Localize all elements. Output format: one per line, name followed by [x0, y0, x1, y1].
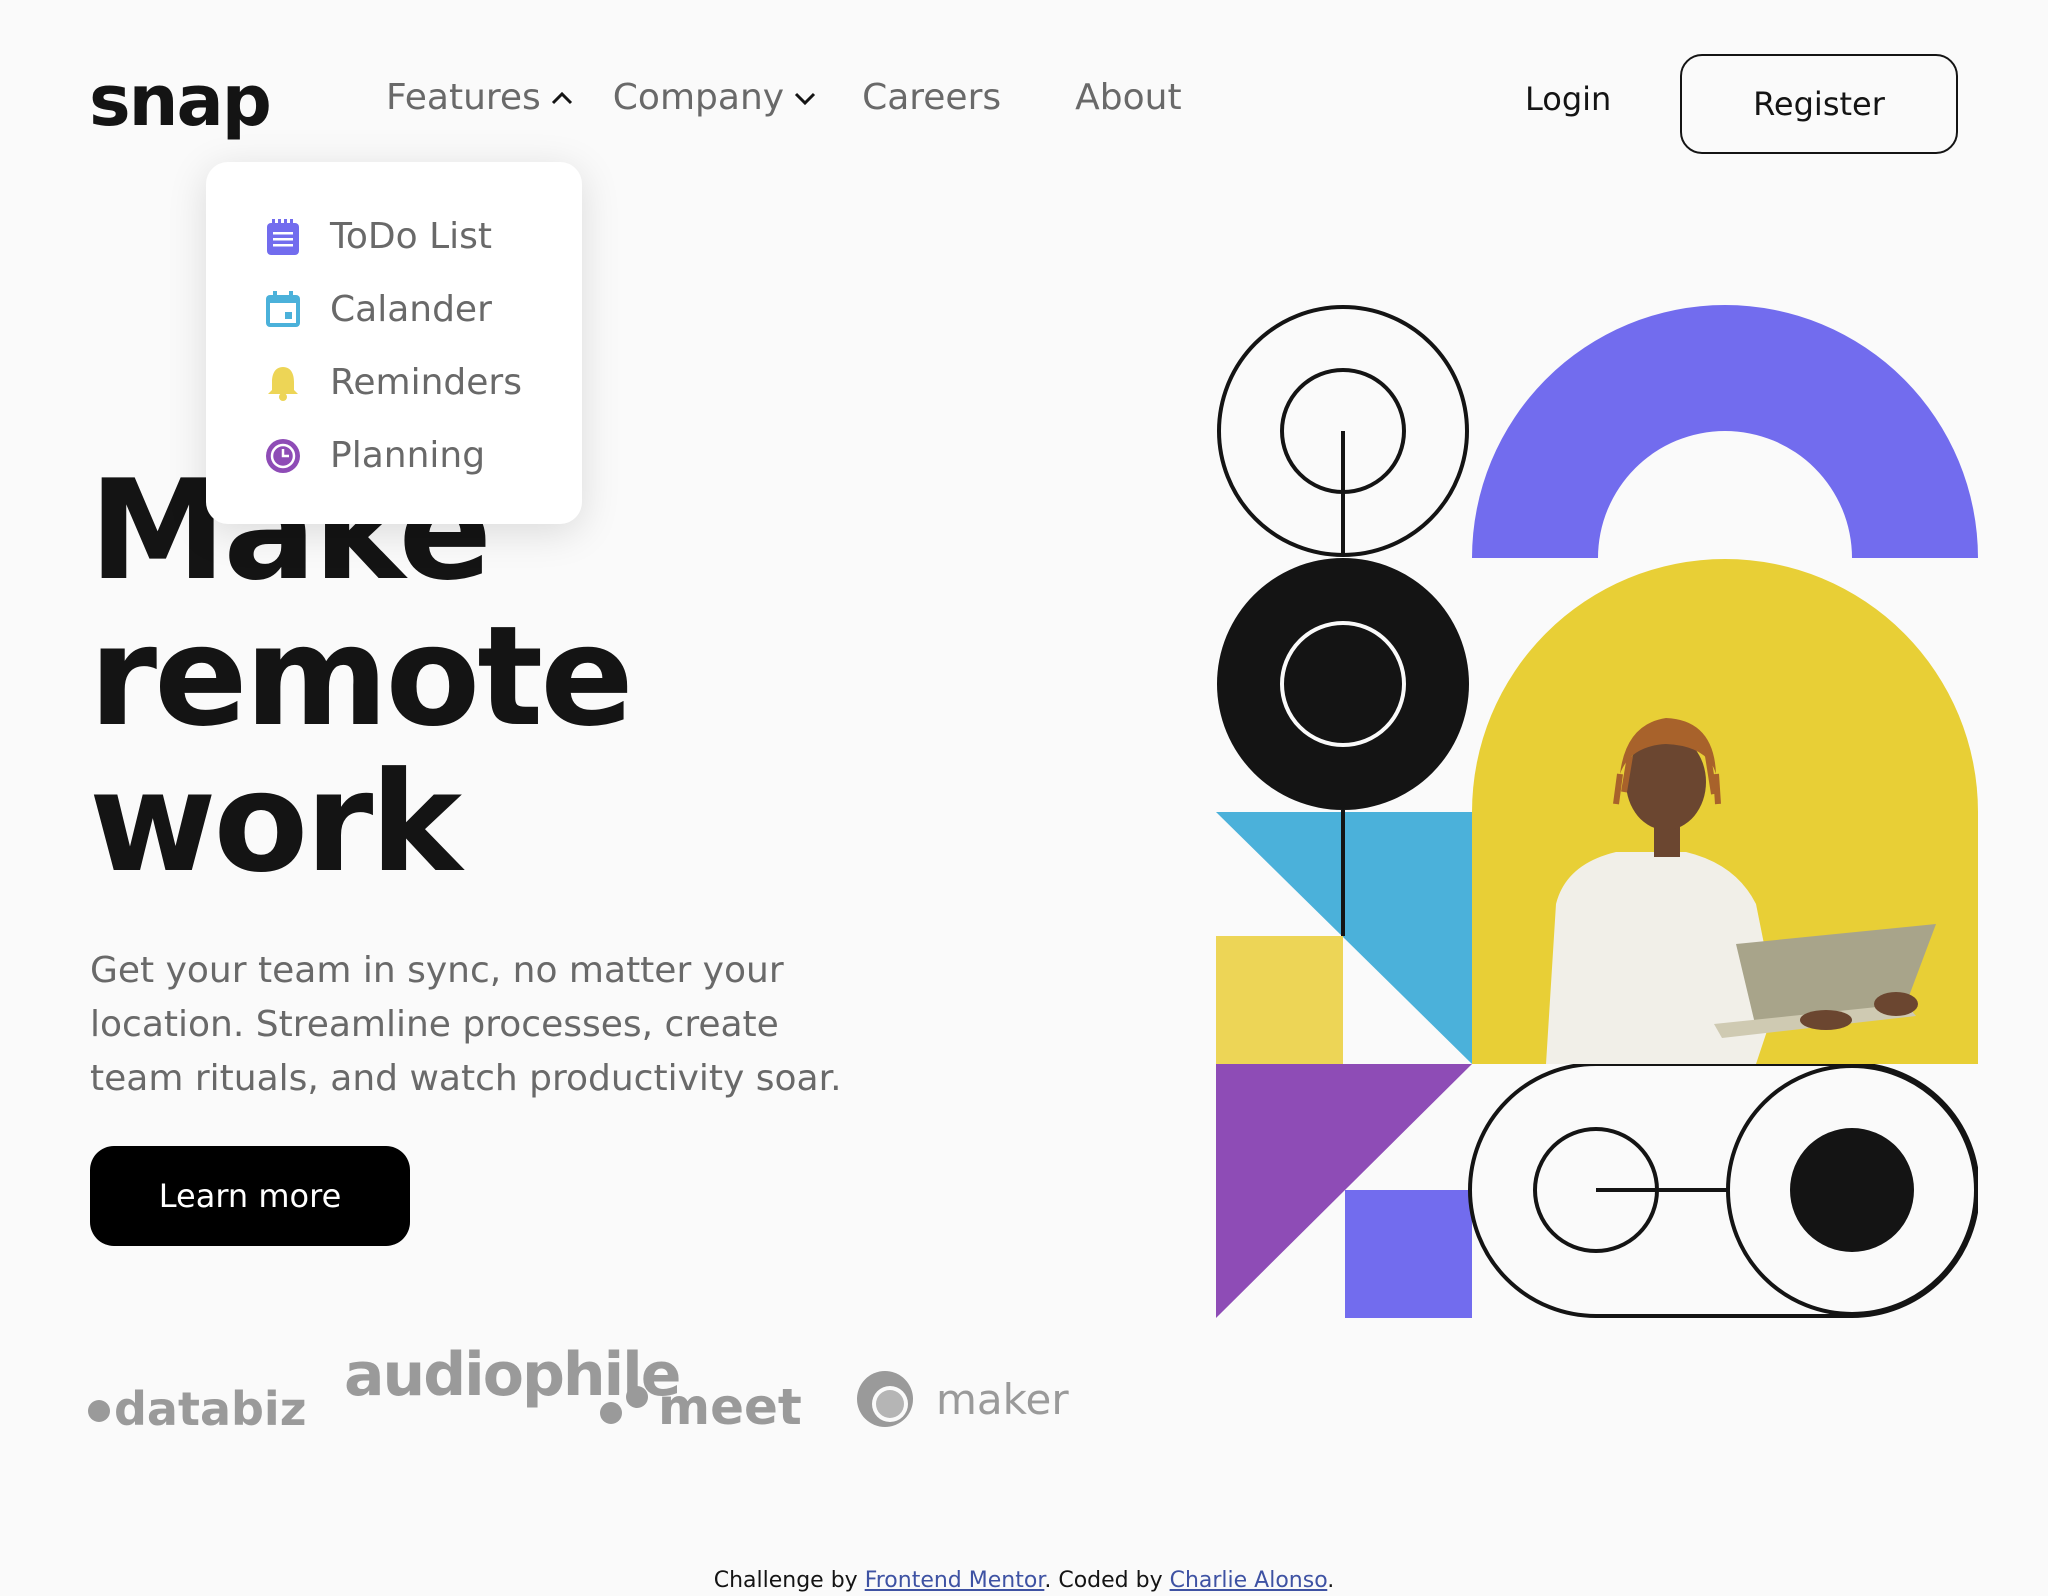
calendar-icon — [266, 290, 300, 327]
nav-company-label: Company — [612, 77, 785, 118]
headline-line: work — [89, 742, 462, 903]
hero-illustration — [1216, 304, 1980, 1318]
menu-item-planning[interactable]: Planning — [264, 419, 582, 492]
chevron-down-icon — [795, 92, 816, 106]
snap-logo[interactable]: snap — [89, 66, 272, 136]
menu-item-label: Calander — [330, 288, 492, 330]
bell-icon — [268, 366, 298, 401]
maker-mark-icon — [857, 1371, 913, 1427]
nav-features[interactable]: Features — [386, 80, 575, 116]
menu-item-reminders[interactable]: Reminders — [264, 346, 582, 419]
menu-item-todo-list[interactable]: ToDo List — [264, 200, 582, 273]
hero-subtext: Get your team in sync, no matter your lo… — [90, 950, 842, 1099]
nav-company[interactable]: Company — [613, 80, 818, 116]
chevron-up-icon — [551, 91, 572, 105]
register-button[interactable]: Register — [1680, 54, 1958, 154]
landing-page: snap Features Company Careers About Logi… — [0, 0, 2048, 1596]
geometric-shapes — [1216, 305, 1980, 1318]
menu-item-calendar[interactable]: Calander — [264, 273, 582, 346]
maker-logo: maker — [856, 1370, 1069, 1428]
login-link[interactable]: Login — [1525, 83, 1611, 115]
todo-list-icon — [267, 218, 299, 255]
author-link[interactable]: Charlie Alonso — [1170, 1568, 1328, 1593]
menu-item-label: Reminders — [330, 361, 522, 403]
menu-item-label: ToDo List — [330, 215, 493, 257]
databiz-logo: databiz — [88, 1382, 306, 1436]
menu-item-label: Planning — [330, 434, 486, 476]
meet-logo: meet — [600, 1378, 802, 1436]
main-nav: Features Company Careers About — [386, 80, 1182, 116]
nav-about[interactable]: About — [1075, 80, 1181, 116]
attribution-footer: Challenge by Frontend Mentor. Coded by C… — [713, 1568, 1335, 1593]
nav-careers[interactable]: Careers — [862, 80, 1001, 116]
frontend-mentor-link[interactable]: Frontend Mentor — [865, 1568, 1045, 1593]
headline-line: remote — [89, 596, 634, 757]
clock-icon — [266, 438, 300, 473]
features-dropdown: ToDo List Calander Reminders Planning — [206, 162, 582, 524]
learn-more-button[interactable]: Learn more — [90, 1146, 410, 1246]
nav-features-label: Features — [386, 77, 541, 118]
